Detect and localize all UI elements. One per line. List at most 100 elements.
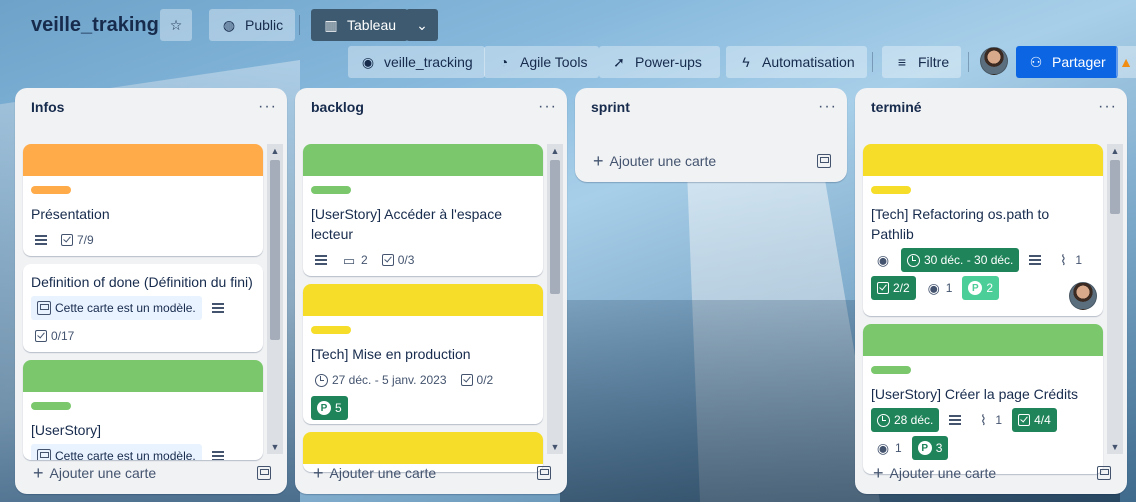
filter-button[interactable]: ≡ Filtre [882, 46, 962, 78]
powerups-label: Power-ups [635, 54, 702, 70]
scroll-up-icon[interactable]: ▲ [1107, 144, 1123, 158]
add-card-button[interactable]: + Ajouter une carte [313, 464, 436, 482]
due-date-badge[interactable]: 28 déc. [871, 408, 940, 432]
card-cover [303, 284, 543, 316]
header-divider-3 [968, 52, 969, 72]
visibility-button[interactable]: ◍ Public [209, 9, 296, 41]
list-menu-icon[interactable]: ··· [258, 99, 277, 115]
plus-icon: + [33, 463, 44, 483]
github-label: veille_tracking [384, 54, 473, 70]
rocket-icon: ➚ [613, 54, 625, 70]
card[interactable]: [Tech] Mise en production 27 déc. - 5 ja… [303, 284, 543, 424]
github-icon: ◉ [927, 280, 940, 296]
board-title[interactable]: veille_traking [31, 14, 159, 37]
list-menu-icon[interactable]: ··· [818, 99, 837, 115]
scroll-down-icon[interactable]: ▼ [1107, 440, 1123, 454]
card[interactable]: [UserStory] Cette carte est un modèle. [23, 360, 263, 460]
list-footer: + Ajouter une carte [863, 457, 1119, 489]
list-title[interactable]: sprint [591, 99, 630, 115]
member-avatar[interactable] [980, 47, 1008, 75]
list-header[interactable]: Infos ··· [15, 88, 287, 126]
more-menu-button[interactable]: ▲ [1116, 46, 1136, 78]
checklist-count: 0/2 [476, 373, 494, 387]
scroll-up-icon[interactable]: ▲ [267, 144, 283, 158]
list-title[interactable]: backlog [311, 99, 364, 115]
agile-label: Agile Tools [520, 54, 588, 70]
create-from-template-icon[interactable] [817, 154, 831, 168]
card[interactable]: [UserStory] Créer la page Crédits 28 déc… [863, 324, 1103, 474]
view-switcher-button[interactable]: ▥ Tableau [311, 9, 409, 41]
view-dropdown-button[interactable]: ⌄ [406, 9, 438, 41]
card-label[interactable] [871, 186, 911, 194]
add-card-button[interactable]: + Ajouter une carte [873, 464, 996, 482]
list-sprint: sprint ··· + Ajouter une carte [575, 88, 847, 182]
github-count: 1 [945, 281, 953, 295]
eye-icon: ◉ [876, 252, 890, 268]
card[interactable]: [UserStory] Accéder à l'espace lecteur ▭… [303, 144, 543, 276]
checklist-count: 4/4 [1034, 413, 1051, 427]
checklist-icon [35, 330, 47, 342]
list-scrollbar[interactable]: ▲ ▼ [547, 144, 563, 454]
card-label[interactable] [311, 326, 351, 334]
points-value: 2 [986, 281, 994, 295]
list-footer: + Ajouter une carte [583, 145, 839, 177]
card[interactable]: [Tech] Refactoring os.path to Pathlib ◉ … [863, 144, 1103, 316]
board-header: veille_traking ☆ ◍ Public ▥ Tableau ⌄ ◉ … [0, 0, 1136, 88]
list-menu-icon[interactable]: ··· [1098, 99, 1117, 115]
checklist-badge: 0/2 [457, 368, 498, 392]
scroll-down-icon[interactable]: ▼ [547, 440, 563, 454]
checklist-badge: 0/3 [378, 248, 419, 272]
board-view-icon: ▥ [324, 17, 338, 33]
scroll-down-icon[interactable]: ▼ [267, 440, 283, 454]
github-icon: ◉ [876, 440, 890, 456]
scroll-thumb[interactable] [1110, 160, 1120, 214]
plus-icon: + [313, 463, 324, 483]
comments-count: 2 [361, 253, 368, 267]
scroll-thumb[interactable] [270, 160, 280, 340]
card-label[interactable] [311, 186, 351, 194]
filter-icon: ≡ [897, 54, 907, 70]
create-from-template-icon[interactable] [257, 466, 271, 480]
plus-icon: + [593, 151, 604, 171]
scroll-up-icon[interactable]: ▲ [547, 144, 563, 158]
checklist-count: 2/2 [893, 281, 910, 295]
github-count: 1 [895, 441, 902, 455]
scroll-thumb[interactable] [550, 160, 560, 294]
list-header[interactable]: terminé ··· [855, 88, 1127, 126]
card-label[interactable] [871, 366, 911, 374]
card-label[interactable] [31, 402, 71, 410]
story-points-badge: P5 [311, 396, 348, 420]
list-scrollbar[interactable]: ▲ ▼ [1107, 144, 1123, 454]
plus-icon: + [873, 463, 884, 483]
list-title[interactable]: terminé [871, 99, 922, 115]
share-button[interactable]: ⚇ Partager [1016, 46, 1118, 78]
add-card-button[interactable]: + Ajouter une carte [593, 152, 716, 170]
checklist-badge: 7/9 [57, 228, 98, 252]
powerups-button[interactable]: ➚ Power-ups [599, 46, 720, 78]
add-card-button[interactable]: + Ajouter une carte [33, 464, 156, 482]
chevron-down-icon: ⌄ [416, 17, 428, 33]
due-date-badge[interactable]: 30 déc. - 30 déc. [901, 248, 1020, 272]
list-title[interactable]: Infos [31, 99, 64, 115]
due-date-badge[interactable]: 27 déc. - 5 janv. 2023 [311, 368, 451, 392]
star-button[interactable]: ☆ [160, 9, 192, 41]
agile-icon: ◔ [499, 54, 509, 70]
github-powerup-button[interactable]: ◉ veille_tracking [348, 46, 485, 78]
checklist-icon [460, 374, 473, 386]
list-menu-icon[interactable]: ··· [538, 99, 557, 115]
list-scrollbar[interactable]: ▲ ▼ [267, 144, 283, 454]
automation-button[interactable]: ϟ Automatisation [726, 46, 867, 78]
card-label[interactable] [31, 186, 71, 194]
list-header[interactable]: backlog ··· [295, 88, 567, 126]
list-footer: + Ajouter une carte [303, 457, 559, 489]
header-divider [299, 15, 300, 35]
card-member-avatar[interactable] [1069, 282, 1097, 310]
add-user-icon: ⚇ [1029, 54, 1043, 70]
card[interactable]: Présentation 7/9 [23, 144, 263, 256]
create-from-template-icon[interactable] [1097, 466, 1111, 480]
card[interactable]: Definition of done (Définition du fini) … [23, 264, 263, 352]
list-header[interactable]: sprint ··· [575, 88, 847, 126]
create-from-template-icon[interactable] [537, 466, 551, 480]
clock-icon [877, 413, 890, 427]
agile-tools-button[interactable]: ◔ Agile Tools [484, 46, 600, 78]
